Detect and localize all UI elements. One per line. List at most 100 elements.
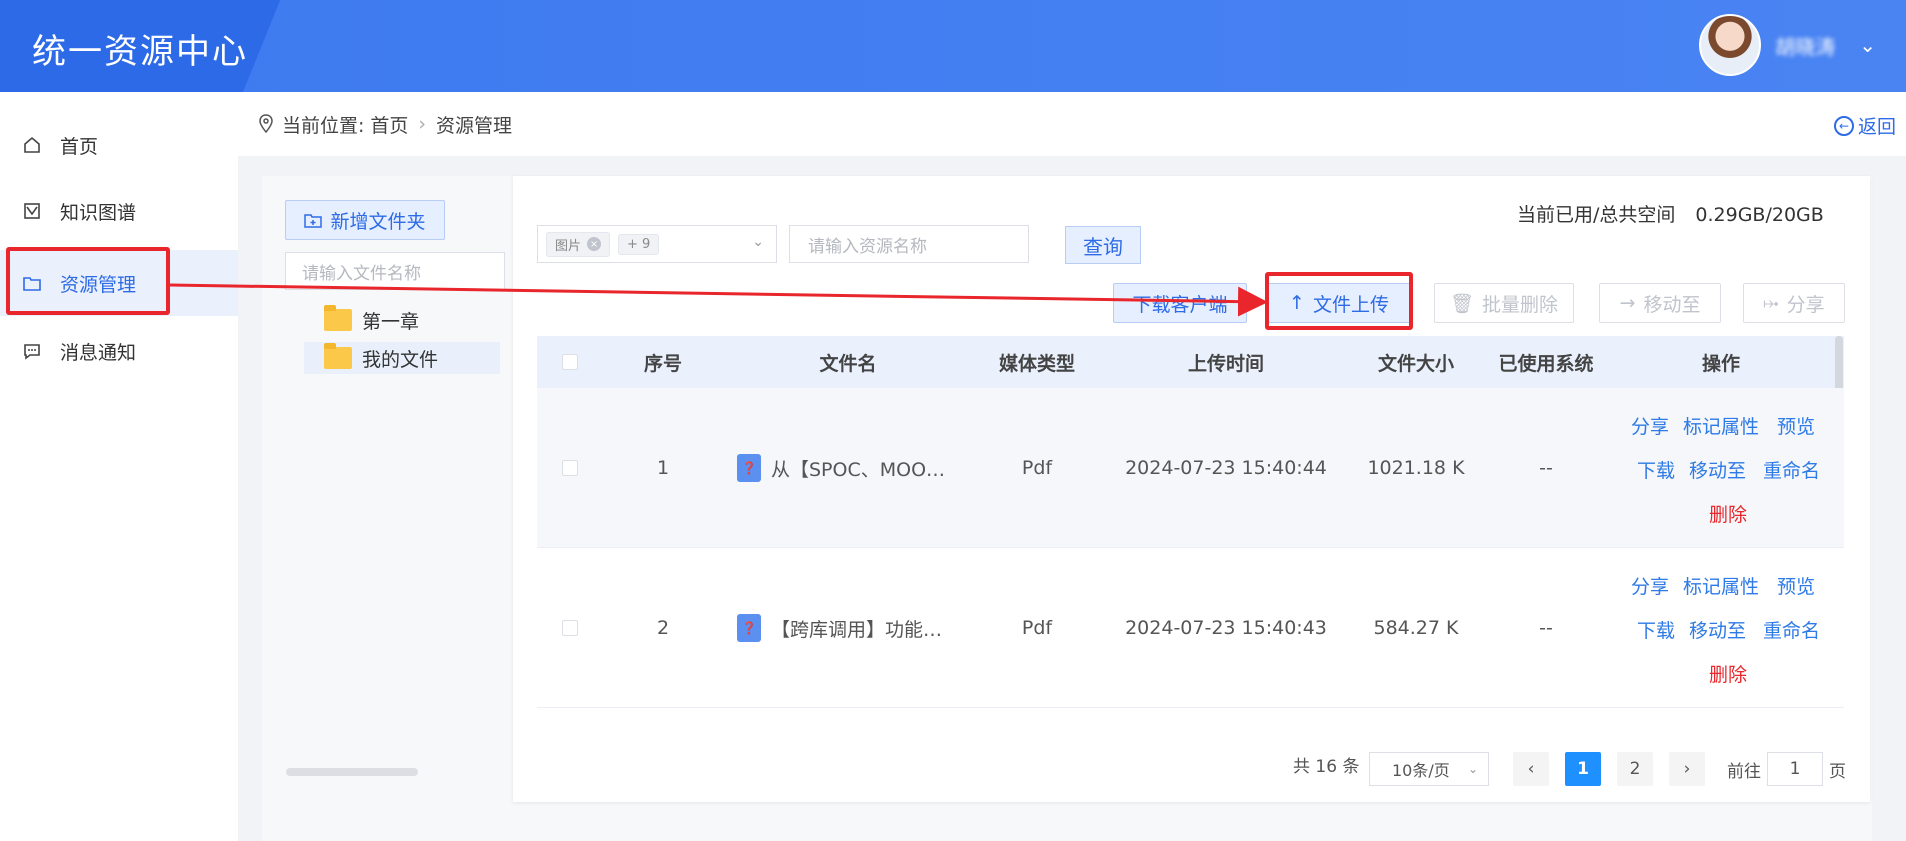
- page-1-button[interactable]: 1: [1565, 752, 1601, 786]
- download-client-button[interactable]: 下载客户端: [1113, 283, 1247, 323]
- row-file-size: 1021.18 K: [1367, 457, 1465, 479]
- pager: ‹ 1 2 ›: [1513, 752, 1705, 786]
- share-icon: ⤠: [1763, 292, 1779, 314]
- top-header: 统一资源中心 胡晓涛 ⌄: [0, 0, 1906, 92]
- location-icon: [259, 114, 273, 134]
- rename-link[interactable]: 重命名: [1763, 616, 1820, 643]
- next-page-button[interactable]: ›: [1669, 752, 1705, 786]
- col-name: 文件名: [819, 352, 877, 375]
- row-systems: --: [1539, 457, 1553, 479]
- sidebar: 首页 知识图谱 资源管理 消息通知: [0, 92, 238, 841]
- close-icon[interactable]: ×: [587, 237, 602, 251]
- highlight-box-upload: [1265, 272, 1413, 330]
- user-menu[interactable]: 胡晓涛 ⌄: [1699, 14, 1876, 76]
- app-title: 统一资源中心: [32, 32, 248, 72]
- back-button[interactable]: ← 返回: [1833, 112, 1896, 139]
- rename-link[interactable]: 重命名: [1763, 456, 1820, 483]
- folder-panel-scrollbar[interactable]: [286, 768, 418, 776]
- tree-node-label: 第一章: [362, 310, 420, 333]
- pagination-total: 共 16 条: [1293, 757, 1360, 777]
- new-folder-button[interactable]: 新增文件夹: [285, 200, 445, 240]
- username[interactable]: 胡晓涛: [1775, 31, 1845, 60]
- download-link[interactable]: 下载: [1637, 456, 1675, 483]
- row-checkbox[interactable]: [562, 460, 578, 476]
- row-file-name[interactable]: ❓ 从【SPOC、MOO…: [737, 388, 973, 548]
- row-ops: 分享 标记属性 预览 下载 移动至 重命名 删除: [1631, 548, 1831, 708]
- chevron-down-icon: ⌄: [1467, 762, 1478, 776]
- media-type-select[interactable]: 图片 × + 9 ⌄: [537, 225, 777, 263]
- row-file-name[interactable]: ❓ 【跨库调用】功能…: [737, 548, 973, 708]
- storage-quota: 当前已用/总共空间 0.29GB/20GB: [1517, 200, 1824, 227]
- breadcrumb-home[interactable]: 首页: [370, 111, 408, 138]
- goto-page: 前往 1 页: [1727, 752, 1846, 786]
- tree-node-label: 我的文件: [362, 348, 439, 371]
- share-link[interactable]: 分享: [1631, 572, 1669, 599]
- delete-link[interactable]: 删除: [1709, 500, 1747, 527]
- col-index: 序号: [643, 352, 682, 375]
- sidebar-item-knowledge-graph[interactable]: 知识图谱: [0, 178, 238, 244]
- folder-search-input[interactable]: 请输入文件名称: [285, 252, 505, 290]
- share-link[interactable]: 分享: [1631, 412, 1669, 439]
- table-row: 2 ❓ 【跨库调用】功能… Pdf 2024-07-23 15:40:43 58…: [537, 548, 1844, 708]
- move-to-button[interactable]: → 移动至: [1599, 283, 1721, 323]
- goto-page-input[interactable]: 1: [1767, 752, 1823, 786]
- preview-link[interactable]: 预览: [1777, 572, 1815, 599]
- sidebar-item-label: 知识图谱: [60, 201, 137, 224]
- sidebar-item-messages[interactable]: 消息通知: [0, 318, 238, 384]
- pdf-icon: ❓: [737, 614, 761, 642]
- move-to-link[interactable]: 移动至: [1689, 456, 1746, 483]
- download-link[interactable]: 下载: [1637, 616, 1675, 643]
- move-to-link[interactable]: 移动至: [1689, 616, 1746, 643]
- row-upload-time: 2024-07-23 15:40:44: [1125, 457, 1327, 479]
- storage-value: 0.29GB/20GB: [1695, 204, 1824, 226]
- page-size-label: 10条/页: [1392, 761, 1450, 780]
- batch-delete-button[interactable]: 🗑 批量删除: [1434, 283, 1574, 323]
- sidebar-item-home[interactable]: 首页: [0, 112, 238, 178]
- resource-search-input[interactable]: 请输入资源名称: [789, 225, 1029, 263]
- sidebar-item-label: 首页: [60, 135, 99, 158]
- row-upload-time: 2024-07-23 15:40:43: [1125, 617, 1327, 639]
- breadcrumb-current: 资源管理: [436, 114, 513, 137]
- graph-icon: [22, 201, 42, 221]
- row-media-type: Pdf: [1021, 457, 1053, 479]
- storage-label: 当前已用/总共空间: [1517, 204, 1676, 226]
- mark-attributes-link[interactable]: 标记属性: [1683, 572, 1759, 599]
- query-button[interactable]: 查询: [1065, 226, 1141, 264]
- mark-attributes-link[interactable]: 标记属性: [1683, 412, 1759, 439]
- row-systems: --: [1539, 617, 1553, 639]
- row-checkbox[interactable]: [562, 620, 578, 636]
- select-all-checkbox[interactable]: [562, 354, 578, 370]
- folder-icon: [324, 305, 352, 331]
- share-label: 分享: [1786, 293, 1825, 316]
- folder-icon: [324, 343, 352, 369]
- prev-page-button[interactable]: ‹: [1513, 752, 1549, 786]
- batch-delete-label: 批量删除: [1482, 293, 1559, 316]
- new-folder-label: 新增文件夹: [330, 210, 426, 233]
- col-type: 媒体类型: [998, 352, 1075, 375]
- col-ops: 操作: [1701, 352, 1740, 375]
- share-button[interactable]: ⤠ 分享: [1743, 283, 1845, 323]
- delete-link[interactable]: 删除: [1709, 660, 1747, 687]
- type-tag[interactable]: 图片 ×: [546, 231, 611, 257]
- avatar[interactable]: [1699, 14, 1762, 76]
- breadcrumb-separator: ›: [418, 113, 427, 135]
- table-row: 1 ❓ 从【SPOC、MOO… Pdf 2024-07-23 15:40:44 …: [537, 388, 1844, 548]
- page-size-select[interactable]: 10条/页 ⌄: [1369, 752, 1489, 786]
- breadcrumb: 当前位置: 首页 › 资源管理: [238, 92, 1906, 156]
- trash-icon: 🗑: [1449, 292, 1475, 315]
- tree-node-my-files[interactable]: 我的文件: [304, 342, 500, 374]
- col-time: 上传时间: [1187, 352, 1264, 375]
- tree-node-chapter-1[interactable]: 第一章: [304, 304, 500, 336]
- breadcrumb-prefix: 当前位置:: [282, 114, 365, 137]
- preview-link[interactable]: 预览: [1777, 412, 1815, 439]
- home-icon: [22, 135, 42, 155]
- row-file-size: 584.27 K: [1373, 617, 1459, 639]
- file-name-label: 【跨库调用】功能…: [771, 618, 943, 641]
- chevron-down-icon[interactable]: ⌄: [1859, 33, 1876, 57]
- type-more-tag: + 9: [618, 233, 660, 255]
- file-name-label: 从【SPOC、MOO…: [771, 458, 946, 481]
- row-index: 1: [656, 457, 670, 479]
- type-tag-label: 图片: [555, 238, 582, 254]
- col-systems: 已使用系统: [1498, 352, 1594, 375]
- page-2-button[interactable]: 2: [1617, 752, 1653, 786]
